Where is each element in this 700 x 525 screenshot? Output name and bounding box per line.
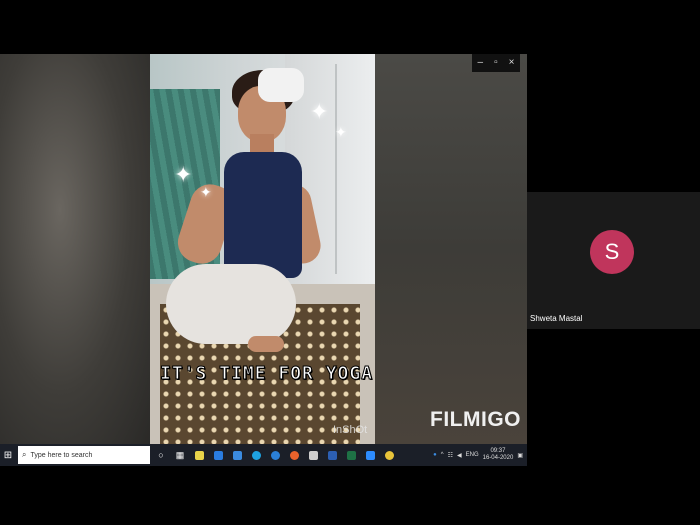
volume-icon[interactable]: ◀ <box>457 452 462 459</box>
firefox-icon[interactable] <box>286 444 302 466</box>
dropbox-icon[interactable] <box>210 444 226 466</box>
child-meditating <box>150 54 375 444</box>
system-tray: ● ^ ☷ ◀ ENG 09:37 16-04-2020 ▣ <box>433 448 527 462</box>
store-icon[interactable] <box>305 444 321 466</box>
taskbar-search-box[interactable]: ⌕ Type here to search <box>18 446 150 464</box>
notifications-icon[interactable]: ▣ <box>517 452 523 459</box>
edge-icon[interactable] <box>267 444 283 466</box>
filmigo-watermark: FILMIGO <box>430 408 521 431</box>
tray-apps-icon[interactable]: ● <box>433 452 437 458</box>
tray-clock[interactable]: 09:37 16-04-2020 <box>483 448 514 462</box>
close-icon[interactable]: × <box>509 58 515 68</box>
search-icon: ⌕ <box>22 450 27 459</box>
blurred-background-left <box>0 54 150 444</box>
shirt <box>224 152 302 278</box>
tray-date: 16-04-2020 <box>482 455 514 461</box>
hair-bow <box>258 68 304 102</box>
windows-taskbar: ⊞ ⌕ Type here to search ○ ▦ ● ^ ☷ ◀ ENG … <box>0 444 527 466</box>
video-caption: IT'S TIME FOR YOGA <box>160 363 374 385</box>
maximize-icon[interactable]: ▫ <box>494 58 498 68</box>
search-placeholder: Type here to search <box>30 451 93 459</box>
sticky-notes-icon[interactable] <box>191 444 207 466</box>
tray-language[interactable]: ENG <box>466 452 479 458</box>
zoom-icon[interactable] <box>362 444 378 466</box>
legs <box>166 264 296 344</box>
mail-icon[interactable] <box>229 444 245 466</box>
sparkle-icon: ✦ <box>335 124 347 140</box>
sparkle-icon: ✦ <box>200 184 212 200</box>
task-view-icon[interactable]: ▦ <box>172 444 188 466</box>
window-controls: – ▫ × <box>472 54 520 72</box>
cortana-icon[interactable]: ○ <box>153 444 169 466</box>
sparkle-icon: ✦ <box>310 99 329 124</box>
minimize-icon[interactable]: – <box>478 58 484 68</box>
chevron-up-icon[interactable]: ^ <box>441 452 444 458</box>
blurred-background-right <box>375 54 527 444</box>
windows-start-icon[interactable]: ⊞ <box>0 444 16 466</box>
foot <box>248 336 284 352</box>
participant-avatar: S <box>590 230 634 274</box>
word-icon[interactable] <box>324 444 340 466</box>
video-frame: ✦ ✦ ✦ ✦ <box>150 54 375 444</box>
sparkle-icon: ✦ <box>174 162 193 187</box>
participant-tile[interactable]: S Shweta Mastal <box>527 192 700 329</box>
chrome-icon[interactable] <box>381 444 397 466</box>
excel-icon[interactable] <box>343 444 359 466</box>
participant-name: Shweta Mastal <box>530 314 583 323</box>
skype-icon[interactable] <box>248 444 264 466</box>
network-icon[interactable]: ☷ <box>448 452 453 459</box>
tray-time: 09:37 <box>490 448 506 454</box>
inshot-watermark: InShOt <box>333 424 368 436</box>
